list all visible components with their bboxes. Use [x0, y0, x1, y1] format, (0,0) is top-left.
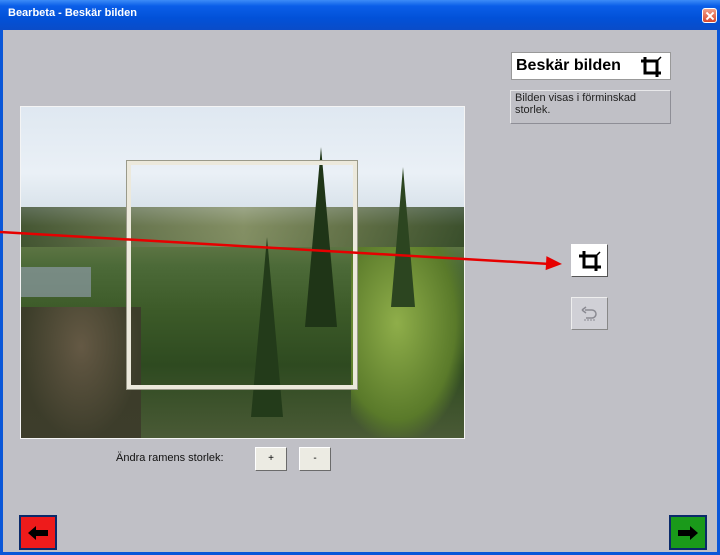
- panel-heading-title: Beskär bilden: [516, 57, 621, 74]
- window-title: Bearbeta - Beskär bilden: [8, 7, 137, 19]
- enlarge-frame-button[interactable]: +: [255, 447, 287, 471]
- close-button[interactable]: [702, 8, 717, 23]
- arrow-right-icon: [678, 526, 698, 540]
- frame-size-label: Ändra ramens storlek:: [116, 452, 224, 464]
- title-bar: Bearbeta - Beskär bilden: [0, 0, 720, 30]
- photo-preview: [20, 106, 465, 439]
- undo-icon: [581, 306, 597, 321]
- info-text: Bilden visas i förminskad storlek.: [510, 90, 671, 124]
- undo-button[interactable]: [571, 297, 608, 330]
- arrow-left-icon: [28, 526, 48, 540]
- back-button[interactable]: [19, 515, 57, 550]
- crop-icon: [579, 251, 601, 271]
- next-button[interactable]: [669, 515, 707, 550]
- photo-river: [21, 267, 91, 297]
- crop-frame[interactable]: [127, 161, 357, 389]
- panel-heading: Beskär bilden: [511, 52, 671, 80]
- crop-button[interactable]: [571, 244, 608, 277]
- shrink-frame-button[interactable]: -: [299, 447, 331, 471]
- photo-foreground-branches: [21, 307, 141, 438]
- crop-image-window: Bearbeta - Beskär bilden Beskär bilden B…: [0, 0, 720, 555]
- photo-spruce-tree: [391, 167, 415, 307]
- content-area: Beskär bilden Bilden visas i förminskad …: [3, 30, 717, 552]
- crop-icon: [641, 56, 662, 77]
